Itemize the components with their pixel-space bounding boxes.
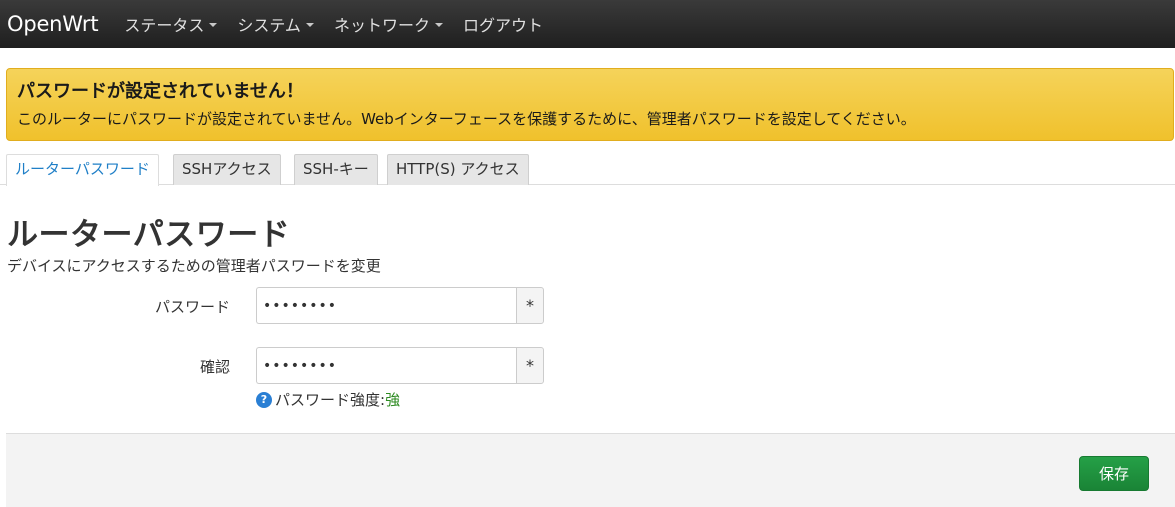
menu-network[interactable]: ネットワーク bbox=[324, 12, 453, 36]
password-input-group: * bbox=[256, 287, 544, 324]
menu-status[interactable]: ステータス bbox=[114, 12, 227, 36]
reveal-password-button[interactable]: * bbox=[516, 287, 544, 324]
tab-ssh-keys[interactable]: SSH-キー bbox=[294, 154, 378, 185]
reveal-confirm-button[interactable]: * bbox=[516, 347, 544, 384]
password-label: パスワード bbox=[154, 298, 230, 316]
page-description: デバイスにアクセスするための管理者パスワードを変更 bbox=[7, 257, 381, 275]
caret-down-icon bbox=[434, 23, 443, 27]
confirm-password-input[interactable] bbox=[256, 347, 516, 384]
save-button[interactable]: 保存 bbox=[1079, 456, 1149, 491]
menu-logout[interactable]: ログアウト bbox=[453, 12, 553, 36]
password-input[interactable] bbox=[256, 287, 516, 324]
password-strength-hint: ? パスワード強度: 強 bbox=[256, 389, 400, 410]
help-icon: ? bbox=[256, 391, 272, 408]
settings-tabs: ルーターパスワード SSHアクセス SSH-キー HTTP(S) アクセス bbox=[0, 154, 1175, 186]
page-title: ルーターパスワード bbox=[7, 217, 291, 253]
confirm-label: 確認 bbox=[199, 358, 230, 376]
confirm-input-group: * bbox=[256, 347, 544, 384]
menu-system[interactable]: システム bbox=[227, 12, 324, 36]
menu-system-label: システム bbox=[237, 16, 301, 35]
warning-title: パスワードが設定されていません！ bbox=[17, 81, 304, 102]
menu-status-label: ステータス bbox=[124, 16, 205, 35]
strength-label: パスワード強度: bbox=[275, 391, 386, 409]
no-password-warning: パスワードが設定されていません！ このルーターにパスワードが設定されていません。… bbox=[6, 68, 1174, 141]
form-actions-bar: 保存 bbox=[6, 433, 1175, 507]
caret-down-icon bbox=[305, 23, 314, 27]
menu-network-label: ネットワーク bbox=[333, 16, 430, 35]
menu-logout-label: ログアウト bbox=[462, 16, 543, 35]
caret-down-icon bbox=[209, 23, 218, 27]
tab-ssh-access[interactable]: SSHアクセス bbox=[173, 154, 281, 185]
brand-logo[interactable]: OpenWrt bbox=[7, 12, 99, 36]
top-navbar: OpenWrt ステータス システム ネットワーク ログアウト bbox=[0, 0, 1175, 48]
tab-https-access[interactable]: HTTP(S) アクセス bbox=[387, 154, 529, 185]
tab-router-password[interactable]: ルーターパスワード bbox=[6, 154, 159, 186]
warning-text: このルーターにパスワードが設定されていません。Webインターフェースを保護するた… bbox=[17, 110, 916, 128]
strength-value: 強 bbox=[385, 391, 401, 409]
